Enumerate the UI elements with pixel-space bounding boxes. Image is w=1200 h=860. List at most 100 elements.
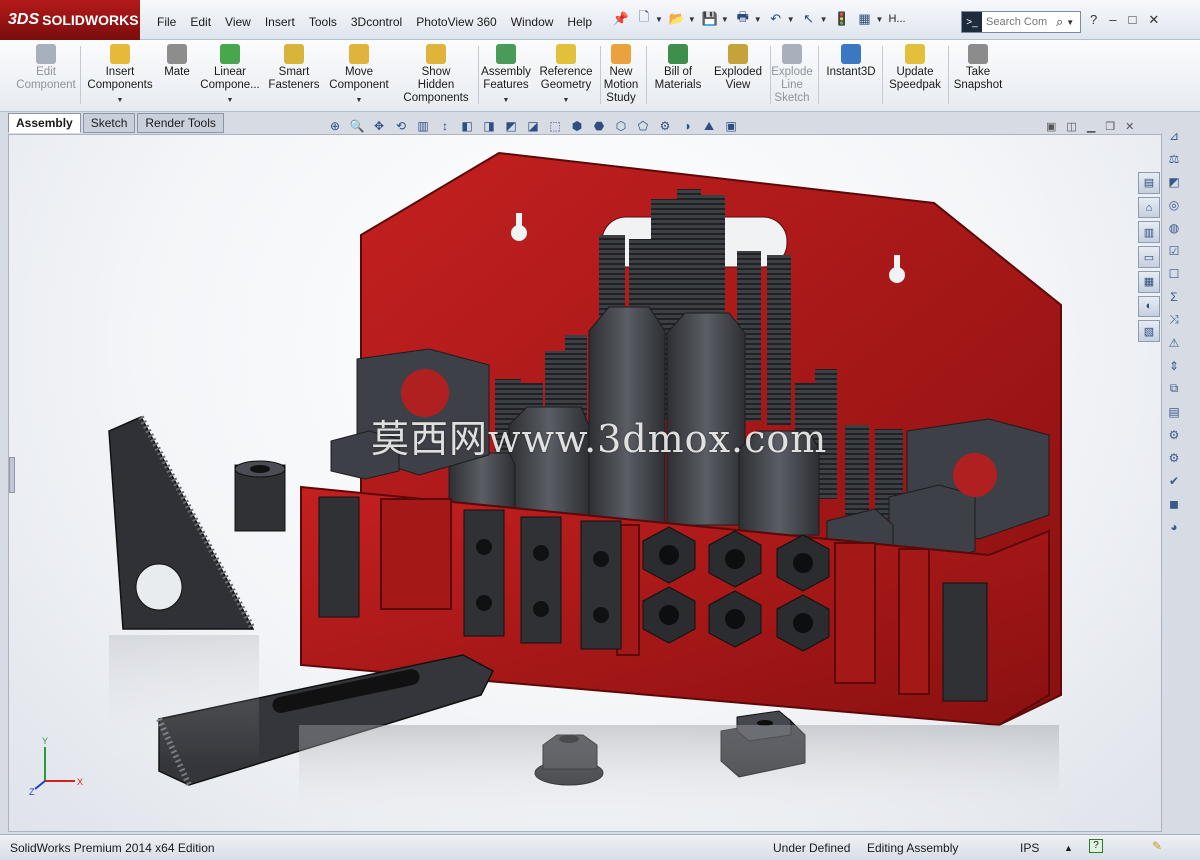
color-icon[interactable]: ◼ <box>1164 494 1184 513</box>
shaded-icon[interactable]: ⬣ <box>590 117 608 135</box>
clamp-kit-model[interactable]: Y X Z <box>9 135 1162 832</box>
smart-fasteners-button[interactable]: Smart Fasteners <box>268 44 320 108</box>
custom-properties-icon[interactable]: ▧ <box>1138 320 1160 343</box>
insert-components-button[interactable]: Insert Components ▼ <box>86 44 154 108</box>
linear-component-button[interactable]: Linear Compone... ▼ <box>200 44 260 108</box>
close-doc-icon[interactable]: ✕ <box>1125 120 1134 133</box>
chevron-down-icon[interactable]: ▼ <box>356 94 363 107</box>
design-library-icon[interactable]: ▥ <box>1138 221 1160 244</box>
align-icon[interactable]: ⇕ <box>1164 356 1184 375</box>
render-icon[interactable]: ▣ <box>722 117 740 135</box>
chevron-down-icon[interactable]: ▼ <box>1066 18 1074 27</box>
view-orientation-icon[interactable]: ⬚ <box>546 117 564 135</box>
restore-doc-icon[interactable]: ❐ <box>1105 120 1115 133</box>
save-icon[interactable]: 💾 <box>701 10 719 28</box>
reference-geometry-button[interactable]: Reference Geometry ▼ <box>536 44 596 108</box>
menu-edit[interactable]: Edit <box>183 12 218 32</box>
more-commands[interactable]: H... <box>888 10 905 28</box>
edges-icon[interactable]: ⬡ <box>612 117 630 135</box>
show-hidden-button[interactable]: Show Hidden Components <box>398 44 474 108</box>
view-palette-icon[interactable]: ▦ <box>1138 270 1160 293</box>
close-icon[interactable]: ✕ <box>1148 12 1159 28</box>
zoom-area-icon[interactable]: 🔍 <box>348 117 366 135</box>
menu-photoview-360[interactable]: PhotoView 360 <box>409 12 504 32</box>
zoom-to-fit-icon[interactable]: ⊕ <box>326 117 344 135</box>
globe-icon[interactable]: ◕ <box>1164 517 1184 536</box>
verify-icon[interactable]: ✔ <box>1164 471 1184 490</box>
help-icon[interactable]: ? <box>1090 12 1097 28</box>
edit-component-button[interactable]: Edit Component <box>16 44 76 108</box>
view-top-icon[interactable]: ◨ <box>480 117 498 135</box>
rebuild-icon[interactable]: ✎ <box>1152 839 1162 853</box>
menu-view[interactable]: View <box>218 12 258 32</box>
chevron-down-icon[interactable]: ▼ <box>117 94 124 107</box>
menu-tools[interactable]: Tools <box>302 12 344 32</box>
menu-window[interactable]: Window <box>504 12 561 32</box>
normal-to-icon[interactable]: ↕ <box>436 117 454 135</box>
help-status-icon[interactable]: ? <box>1089 839 1103 853</box>
minimize-doc-icon[interactable]: ▁ <box>1087 120 1095 133</box>
pin-icon[interactable]: 📌 <box>612 10 630 28</box>
search-input[interactable] <box>982 13 1056 31</box>
section-icon[interactable]: ▥ <box>414 117 432 135</box>
chevron-down-icon[interactable]: ▼ <box>227 94 234 107</box>
pan-icon[interactable]: ✥ <box>370 117 388 135</box>
chevron-up-icon[interactable]: ▲ <box>1064 843 1073 853</box>
chevron-down-icon[interactable]: ▼ <box>787 15 795 24</box>
chevron-down-icon[interactable]: ▼ <box>721 15 729 24</box>
print-icon[interactable]: 🖶 <box>734 9 752 28</box>
checkbox-icon[interactable]: ☐ <box>1164 264 1184 283</box>
chevron-down-icon[interactable]: ▼ <box>655 15 663 24</box>
solidworks-logo[interactable]: 3DS SOLIDWORKS <box>0 0 140 40</box>
chevron-down-icon[interactable]: ▼ <box>820 15 828 24</box>
performance-icon[interactable]: ◎ <box>1164 195 1184 214</box>
gear-icon[interactable]: ⚙ <box>1164 448 1184 467</box>
search-icon[interactable]: ⌕ <box>1056 14 1063 30</box>
copy-icon[interactable]: ⧉ <box>1164 379 1184 398</box>
menu-file[interactable]: File <box>150 12 183 32</box>
appearance-icon[interactable]: ◑ <box>678 117 696 135</box>
graphics-area[interactable]: Y X Z 莫西网www.3dmox.com <box>8 134 1162 832</box>
menu-help[interactable]: Help <box>560 12 599 32</box>
appearances-icon[interactable]: ◐ <box>1138 295 1160 318</box>
measure-icon[interactable]: ⊿ <box>1164 126 1184 145</box>
chevron-down-icon[interactable]: ▼ <box>503 94 510 107</box>
interference-icon[interactable]: ⤨ <box>1164 310 1184 329</box>
move-component-button[interactable]: Move Component ▼ <box>326 44 392 108</box>
instant3d-button[interactable]: Instant3D <box>824 44 878 108</box>
hide-show-icon[interactable]: ◍ <box>1164 218 1184 237</box>
home-icon[interactable]: ⌂ <box>1138 196 1160 219</box>
view-front-icon[interactable]: ◧ <box>458 117 476 135</box>
assembly-features-button[interactable]: Assembly Features ▼ <box>478 44 534 108</box>
view-iso-icon[interactable]: ◩ <box>502 117 520 135</box>
tab-render-tools[interactable]: Render Tools <box>137 113 224 133</box>
take-snapshot-button[interactable]: Take Snapshot <box>950 44 1006 108</box>
undo-icon[interactable]: ↶ <box>767 10 785 28</box>
tab-sketch[interactable]: Sketch <box>82 113 136 133</box>
new-motion-study-button[interactable]: New Motion Study <box>600 44 642 108</box>
chevron-down-icon[interactable]: ▼ <box>754 15 762 24</box>
restore-icon[interactable]: □ <box>1128 12 1136 28</box>
explode-line-sketch-button[interactable]: Explode Line Sketch <box>770 44 814 108</box>
update-speedpak-button[interactable]: Update Speedpak <box>886 44 944 108</box>
new-doc-icon[interactable]: 🗋 <box>635 9 653 28</box>
warning-icon[interactable]: ⚠ <box>1164 333 1184 352</box>
file-explorer-icon[interactable]: ▭ <box>1138 246 1160 268</box>
menu-insert[interactable]: Insert <box>258 12 302 32</box>
mate-button[interactable]: Mate <box>162 44 192 108</box>
search-box[interactable]: >_ ⌕ ▼ <box>961 11 1081 33</box>
components-icon[interactable]: ⚙ <box>1164 425 1184 444</box>
tile-icon[interactable]: ▣ <box>1046 120 1056 133</box>
chevron-down-icon[interactable]: ▼ <box>688 15 696 24</box>
rotate-icon[interactable]: ⟲ <box>392 117 410 135</box>
traffic-light-icon[interactable]: 🚦 <box>833 10 851 28</box>
options-icon[interactable]: ▦ <box>856 10 874 28</box>
select-icon[interactable]: ↖ <box>800 10 818 28</box>
view-settings-icon[interactable]: ⚙ <box>656 117 674 135</box>
resources-icon[interactable]: ▤ <box>1138 172 1160 194</box>
sum-icon[interactable]: Σ <box>1164 287 1184 306</box>
edit-table-icon[interactable]: ▤ <box>1164 402 1184 421</box>
chevron-down-icon[interactable]: ▼ <box>563 94 570 107</box>
open-icon[interactable]: 📂 <box>668 10 686 28</box>
view-right-icon[interactable]: ◪ <box>524 117 542 135</box>
